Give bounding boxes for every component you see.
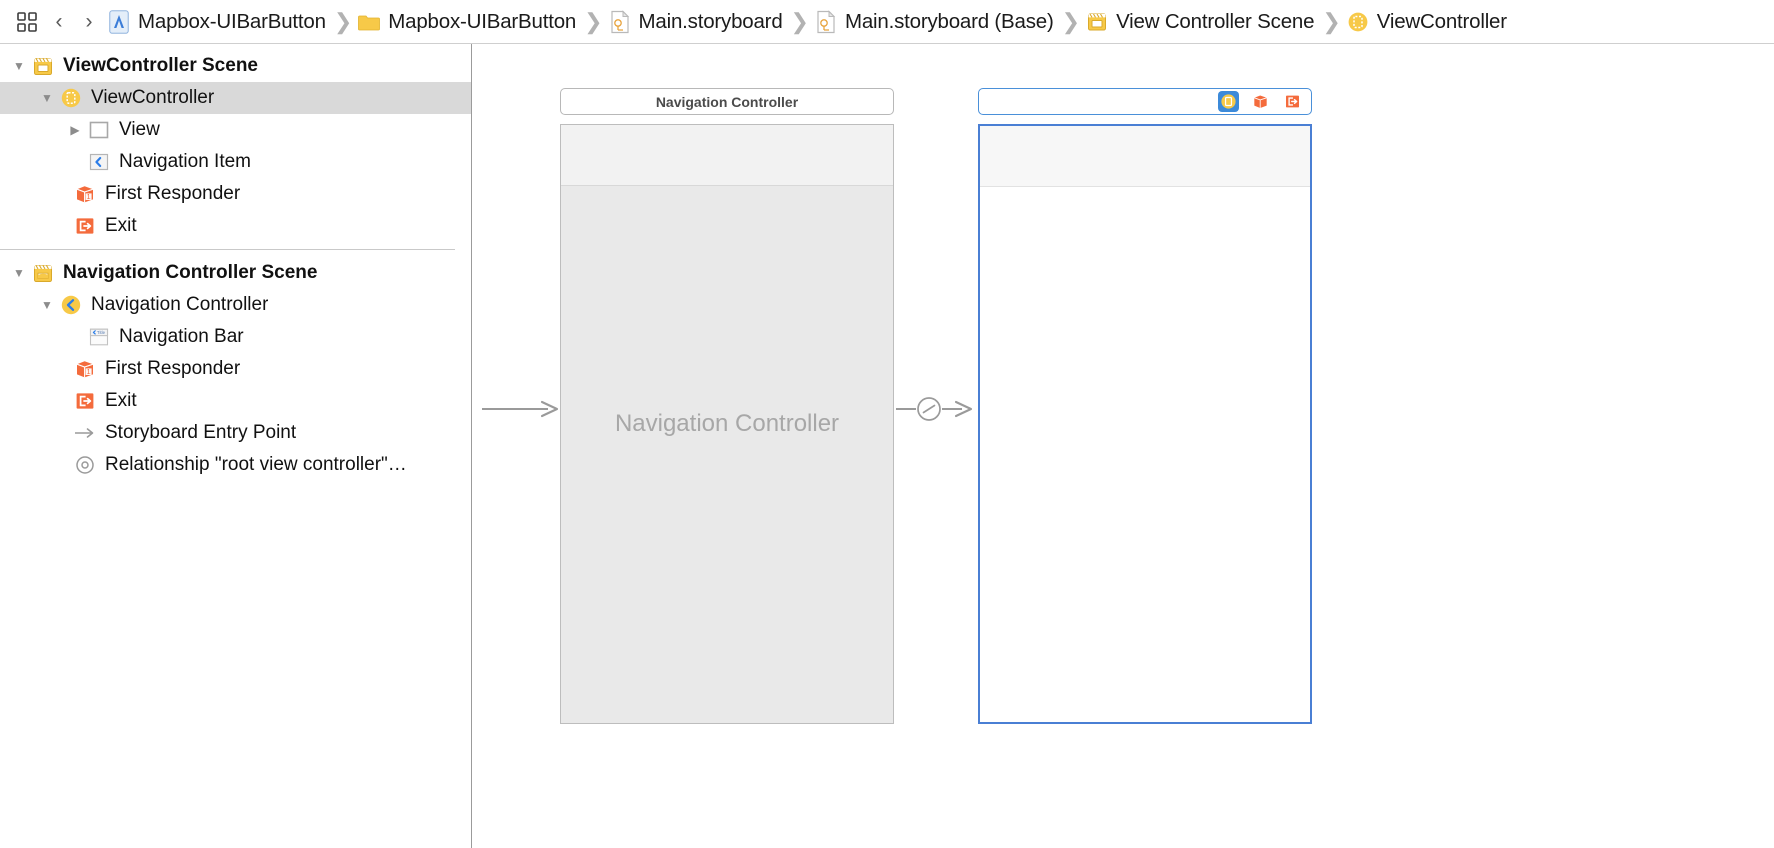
outline-row-first-responder-1[interactable]: ▶ 1 First Responder (0, 178, 471, 210)
disclosure-triangle-down-icon[interactable]: ▼ (8, 59, 30, 73)
outline-row-label: Navigation Controller (91, 294, 269, 315)
outline-row-label: Exit (105, 215, 137, 236)
editor-body: ▼ ViewController Scene ▼ ViewController … (0, 44, 1774, 848)
disclosure-triangle-down-icon[interactable]: ▼ (36, 91, 58, 105)
breadcrumb-label: Mapbox-UIBarButton (388, 9, 577, 33)
breadcrumb-label: ViewController (1376, 9, 1507, 33)
view-icon (86, 119, 112, 141)
exit-icon (72, 215, 98, 237)
back-button[interactable]: ‹ (44, 10, 74, 34)
outline-row-navigation-bar[interactable]: ▶ Title Navigation Bar (0, 321, 471, 353)
outline-row-label: Relationship "root view controller"… (105, 454, 407, 475)
jump-bar: ‹ › Mapbox-UIBarButton ❯ Mapbox-UIBarBut… (0, 0, 1774, 44)
scene-icon (1086, 10, 1108, 34)
breadcrumb-item-storyboard[interactable]: Main.storyboard (605, 0, 789, 44)
navigation-item-icon (86, 151, 112, 173)
view-controller-icon (1347, 10, 1369, 34)
breadcrumb-item-project[interactable]: Mapbox-UIBarButton (104, 0, 332, 44)
scene-placeholder-label: Navigation Controller (614, 410, 840, 437)
svg-text:Title: Title (97, 330, 106, 335)
navigation-bar-strip (980, 126, 1310, 187)
outline-row-storyboard-entry-point[interactable]: ▶ Storyboard Entry Point (0, 417, 471, 449)
outline-row-label: ViewController Scene (63, 55, 258, 76)
storyboard-entry-point-arrow (480, 397, 564, 421)
outline-row-label: First Responder (105, 358, 241, 379)
outline-row-label: Navigation Bar (119, 326, 244, 347)
forward-button[interactable]: › (74, 10, 104, 34)
scene-view-controller[interactable] (978, 88, 1312, 724)
xcode-project-icon (108, 9, 130, 34)
breadcrumb-separator: ❯ (584, 8, 603, 34)
outline-row-view[interactable]: ▶ View (0, 114, 471, 146)
breadcrumb-item-storyboard-base[interactable]: Main.storyboard (Base) (811, 0, 1060, 44)
breadcrumb-separator: ❯ (1322, 8, 1341, 34)
breadcrumb-separator: ❯ (333, 8, 353, 34)
folder-icon (358, 10, 381, 34)
breadcrumb-item-view-controller[interactable]: ViewController (1343, 0, 1513, 44)
breadcrumb-label: Main.storyboard (Base) (844, 9, 1054, 33)
breadcrumb-label: Main.storyboard (638, 9, 783, 33)
breadcrumb-item-scene[interactable]: View Controller Scene (1082, 0, 1320, 44)
storyboard-canvas[interactable]: Navigation Controller Navigation Control… (472, 44, 1774, 848)
outline-row-label: Exit (105, 390, 137, 411)
outline-row-exit-2[interactable]: ▶ Exit (0, 385, 471, 417)
first-responder-icon[interactable] (1250, 91, 1271, 112)
scene-icon (30, 262, 56, 284)
exit-icon[interactable] (1282, 91, 1303, 112)
view-controller-icon (58, 87, 84, 109)
entry-point-icon (72, 422, 98, 444)
outline-row-label: Storyboard Entry Point (105, 422, 297, 443)
scene-title-bar[interactable]: Navigation Controller (560, 88, 894, 115)
xcode-storyboard-editor: ‹ › Mapbox-UIBarButton ❯ Mapbox-UIBarBut… (0, 0, 1774, 848)
breadcrumb-label: View Controller Scene (1116, 9, 1315, 33)
outline-row-viewcontroller[interactable]: ▼ ViewController (0, 82, 471, 114)
outline-row-first-responder-2[interactable]: ▶ 1 First Responder (0, 353, 471, 385)
first-responder-icon: 1 (72, 183, 98, 205)
relationship-segue-arrow[interactable] (896, 397, 980, 421)
relationship-icon (72, 454, 98, 476)
outline-row-navigation-controller-scene[interactable]: ▼ Navigation Controller Scene (0, 257, 471, 289)
breadcrumb-label: Mapbox-UIBarButton (138, 9, 326, 33)
outline-group-divider (0, 249, 455, 250)
document-outline: ▼ ViewController Scene ▼ ViewController … (0, 44, 472, 848)
outline-row-viewcontroller-scene[interactable]: ▼ ViewController Scene (0, 50, 471, 82)
disclosure-triangle-down-icon[interactable]: ▼ (8, 266, 30, 280)
storyboard-file-icon (609, 9, 631, 34)
outline-row-label: First Responder (105, 183, 241, 204)
scene-title-bar[interactable] (978, 88, 1312, 115)
view-controller-icon[interactable] (1218, 91, 1239, 112)
svg-text:1: 1 (87, 194, 91, 201)
view-controller-canvas[interactable] (978, 124, 1312, 724)
exit-icon (72, 390, 98, 412)
navigation-bar-icon: Title (86, 326, 112, 348)
svg-text:1: 1 (87, 369, 91, 376)
breadcrumb-item-folder[interactable]: Mapbox-UIBarButton (354, 0, 582, 44)
scene-icon (30, 55, 56, 77)
disclosure-triangle-right-icon[interactable]: ▶ (64, 123, 86, 137)
breadcrumb-separator: ❯ (1061, 8, 1081, 34)
outline-row-label: Navigation Item (119, 151, 252, 172)
outline-row-label: Navigation Controller Scene (63, 262, 318, 283)
grid-icon (17, 11, 37, 32)
storyboard-base-file-icon (815, 9, 837, 34)
navigation-bar-strip (561, 125, 893, 186)
scene-navigation-controller[interactable]: Navigation Controller Navigation Control… (560, 88, 894, 724)
outline-row-relationship-segue[interactable]: ▶ Relationship "root view controller"… (0, 449, 471, 481)
disclosure-triangle-down-icon[interactable]: ▼ (36, 298, 58, 312)
breadcrumb-separator: ❯ (790, 8, 809, 34)
related-items-button[interactable] (10, 11, 44, 33)
outline-row-navigation-controller[interactable]: ▼ Navigation Controller (0, 289, 471, 321)
scene-dock (1218, 89, 1303, 114)
outline-row-label: View (119, 119, 160, 140)
outline-row-navigation-item[interactable]: ▶ Navigation Item (0, 146, 471, 178)
outline-row-label: ViewController (91, 87, 215, 108)
scene-title-label: Navigation Controller (655, 93, 799, 110)
navigation-controller-icon (58, 294, 84, 316)
navigation-controller-canvas[interactable]: Navigation Controller (560, 124, 894, 724)
first-responder-icon: 1 (72, 358, 98, 380)
outline-row-exit-1[interactable]: ▶ Exit (0, 210, 471, 242)
